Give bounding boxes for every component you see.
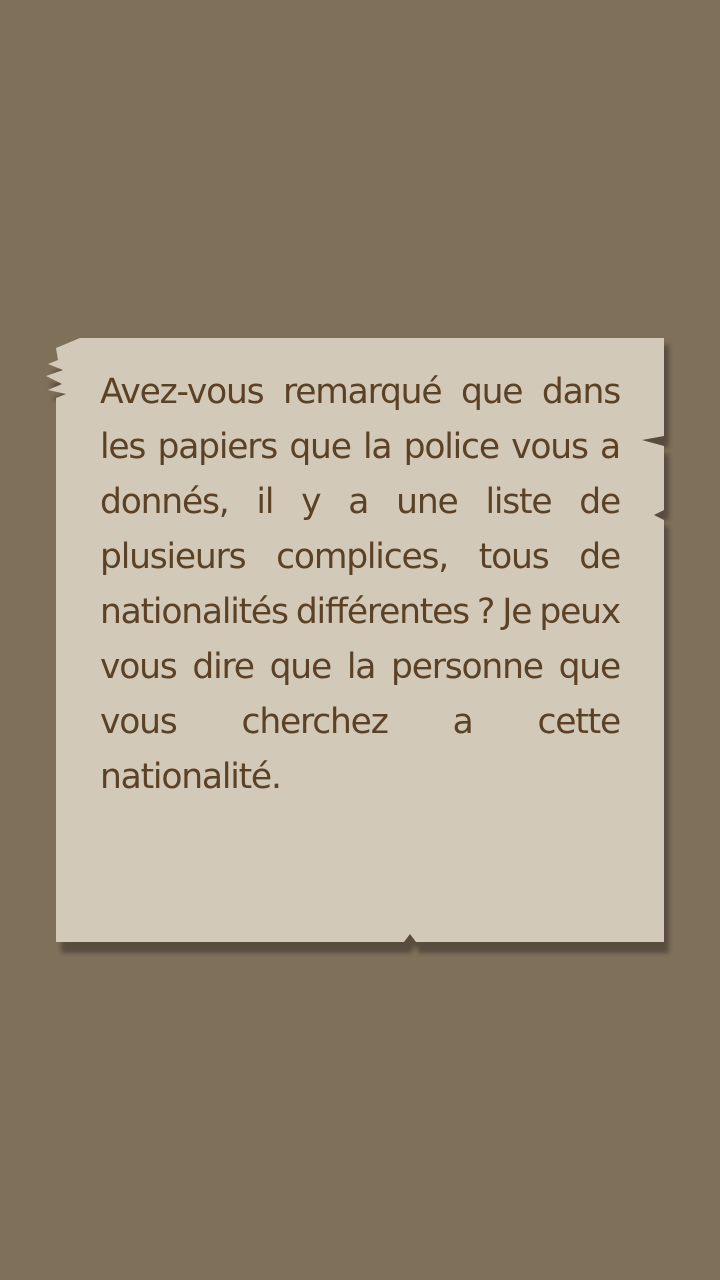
screen-background: Avez-vous remarqué que dans les papiers …: [0, 0, 720, 1280]
message-note: Avez-vous remarqué que dans les papiers …: [46, 338, 669, 953]
note-text: Avez-vous remarqué que dans les papiers …: [100, 372, 621, 797]
